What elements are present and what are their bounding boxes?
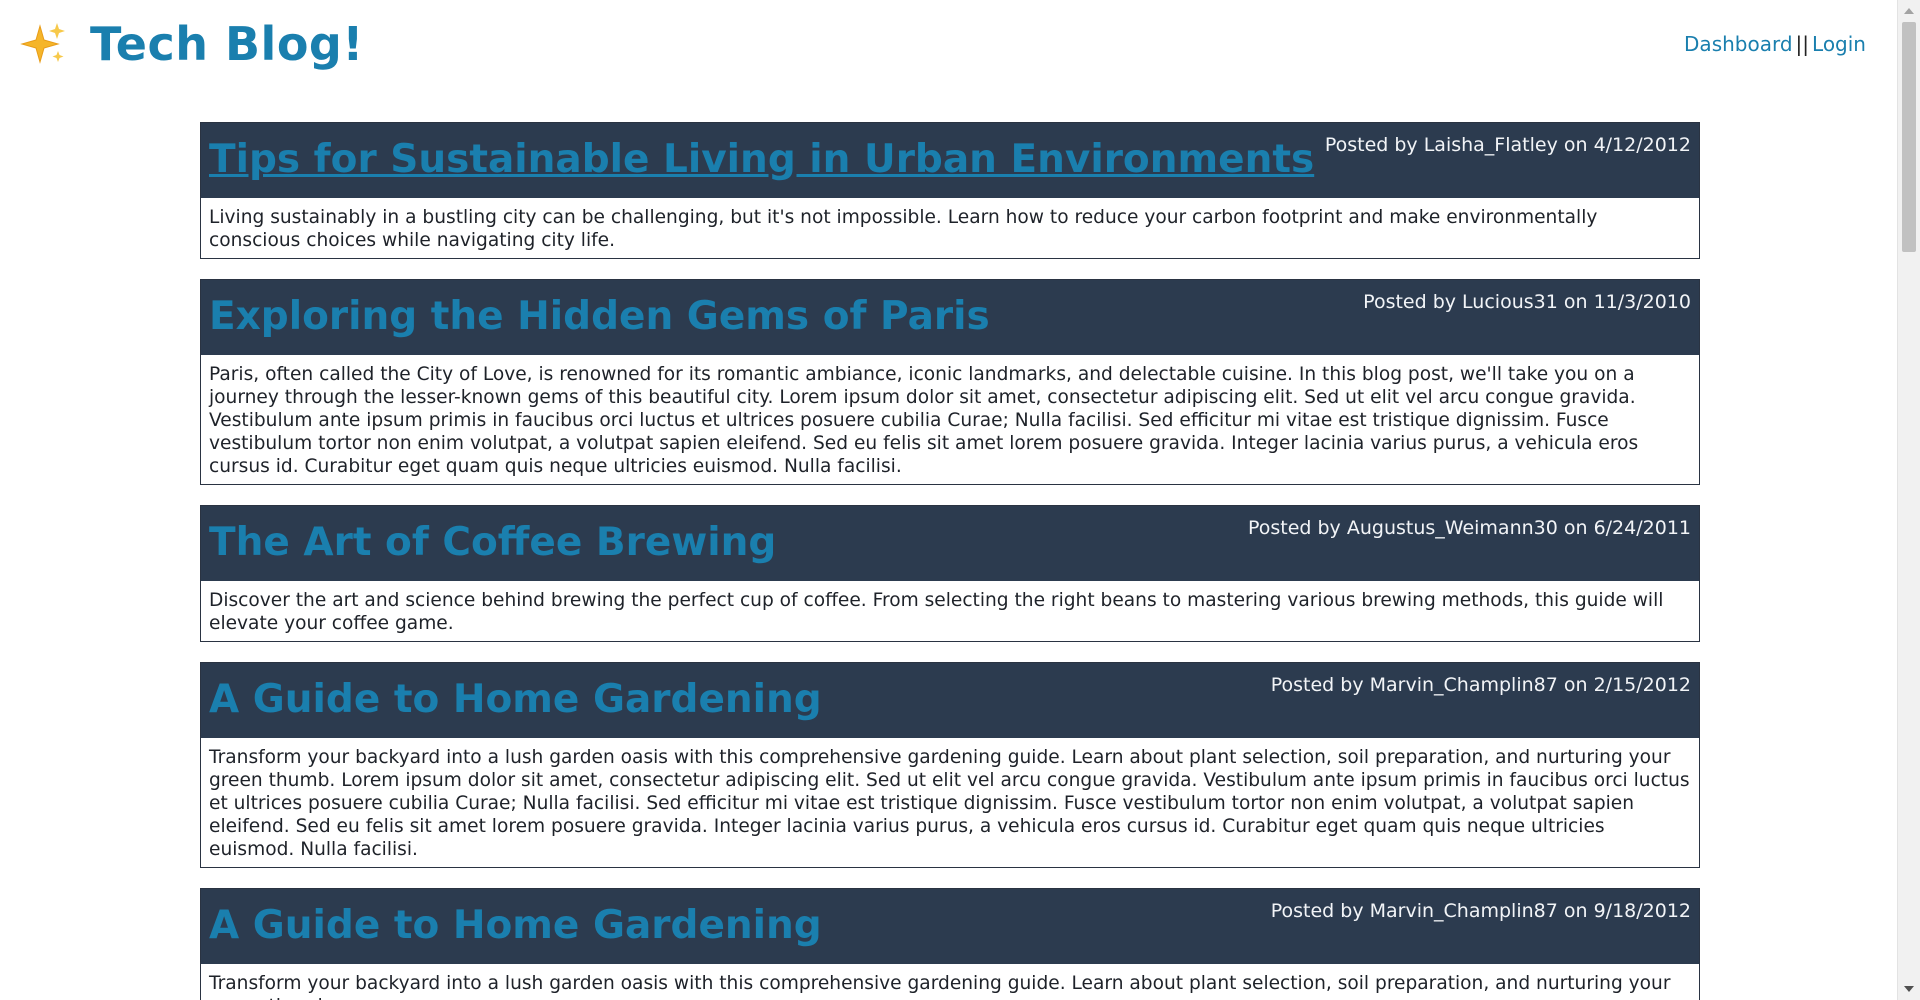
top-bar: Tech Blog! Dashboard || Login — [0, 0, 1892, 100]
post-card: Tips for Sustainable Living in Urban Env… — [200, 122, 1700, 259]
post-body: Living sustainably in a bustling city ca… — [209, 207, 1598, 251]
post-body: Discover the art and science behind brew… — [209, 590, 1664, 634]
page: Tech Blog! Dashboard || Login Tips for S… — [0, 0, 1920, 1000]
site-title[interactable]: Tech Blog! — [90, 14, 364, 74]
brand[interactable]: Tech Blog! — [20, 14, 364, 74]
nav-separator: || — [1795, 32, 1810, 56]
vertical-scrollbar[interactable] — [1897, 0, 1920, 1000]
post-card: The Art of Coffee Brewing Posted by Augu… — [200, 505, 1700, 642]
post-body: Transform your backyard into a lush gard… — [209, 973, 1671, 1000]
post-header: A Guide to Home Gardening Posted by Marv… — [201, 889, 1699, 964]
scrollbar-thumb[interactable] — [1902, 22, 1916, 252]
post-meta: Posted by Lucious31 on 11/3/2010 — [1363, 291, 1691, 313]
post-header: A Guide to Home Gardening Posted by Marv… — [201, 663, 1699, 738]
scroll-up-arrow-icon[interactable] — [1904, 8, 1914, 14]
post-title-link[interactable]: Exploring the Hidden Gems of Paris — [209, 292, 990, 342]
post-meta: Posted by Laisha_Flatley on 4/12/2012 — [1324, 134, 1691, 156]
post-meta: Posted by Marvin_Champlin87 on 9/18/2012 — [1270, 900, 1691, 922]
scroll-down-arrow-icon[interactable] — [1904, 986, 1914, 992]
post-title-link[interactable]: Tips for Sustainable Living in Urban Env… — [209, 135, 1314, 185]
nav-dashboard-link[interactable]: Dashboard — [1684, 32, 1793, 56]
post-title-link[interactable]: A Guide to Home Gardening — [209, 675, 822, 725]
sparkles-icon — [20, 23, 65, 64]
post-meta: Posted by Marvin_Champlin87 on 2/15/2012 — [1270, 674, 1691, 696]
nav-login-link[interactable]: Login — [1812, 32, 1866, 56]
post-card: Exploring the Hidden Gems of Paris Poste… — [200, 279, 1700, 485]
post-header: The Art of Coffee Brewing Posted by Augu… — [201, 506, 1699, 581]
post-list: Tips for Sustainable Living in Urban Env… — [200, 122, 1700, 1000]
post-meta: Posted by Augustus_Weimann30 on 6/24/201… — [1247, 517, 1691, 539]
post-body: Transform your backyard into a lush gard… — [209, 747, 1690, 860]
post-title-link[interactable]: A Guide to Home Gardening — [209, 901, 822, 951]
post-card: A Guide to Home Gardening Posted by Marv… — [200, 888, 1700, 1000]
post-body: Paris, often called the City of Love, is… — [209, 364, 1639, 477]
post-header: Tips for Sustainable Living in Urban Env… — [201, 123, 1699, 198]
post-card: A Guide to Home Gardening Posted by Marv… — [200, 662, 1700, 868]
top-nav: Dashboard || Login — [1684, 32, 1866, 56]
post-title-link[interactable]: The Art of Coffee Brewing — [209, 518, 776, 568]
post-header: Exploring the Hidden Gems of Paris Poste… — [201, 280, 1699, 355]
